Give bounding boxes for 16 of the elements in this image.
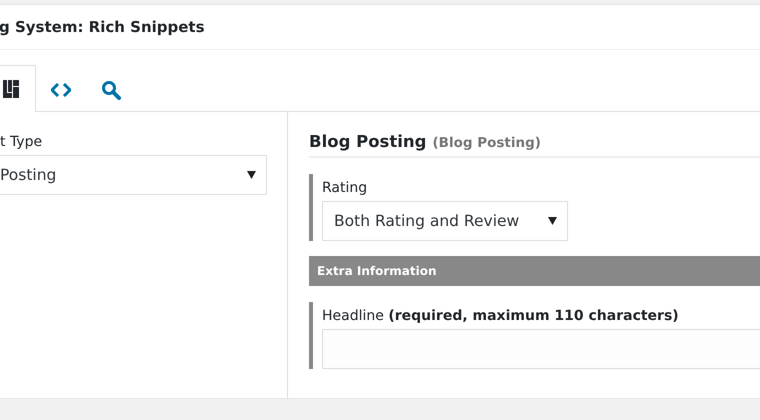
type-select[interactable]: Posting xyxy=(0,155,267,195)
field-label: Headline (required, maximum 110 characters) xyxy=(322,307,680,324)
section-title: Extra Information xyxy=(317,264,436,278)
panel-title: g System: Rich Snippets xyxy=(0,18,205,36)
section-subheading: (Blog Posting) xyxy=(432,135,541,151)
grid-icon xyxy=(3,80,19,98)
code-icon xyxy=(51,82,71,96)
search-icon xyxy=(101,80,121,100)
headline-input[interactable] xyxy=(322,329,760,369)
section-heading: Blog Posting xyxy=(309,132,426,151)
tab[interactable] xyxy=(0,65,36,112)
field-label: Rating xyxy=(322,179,368,196)
caret-icon xyxy=(247,171,256,179)
rating-select[interactable]: Both Rating and Review xyxy=(322,201,568,241)
caret-icon xyxy=(548,217,557,225)
field-label: t Type xyxy=(0,134,44,150)
